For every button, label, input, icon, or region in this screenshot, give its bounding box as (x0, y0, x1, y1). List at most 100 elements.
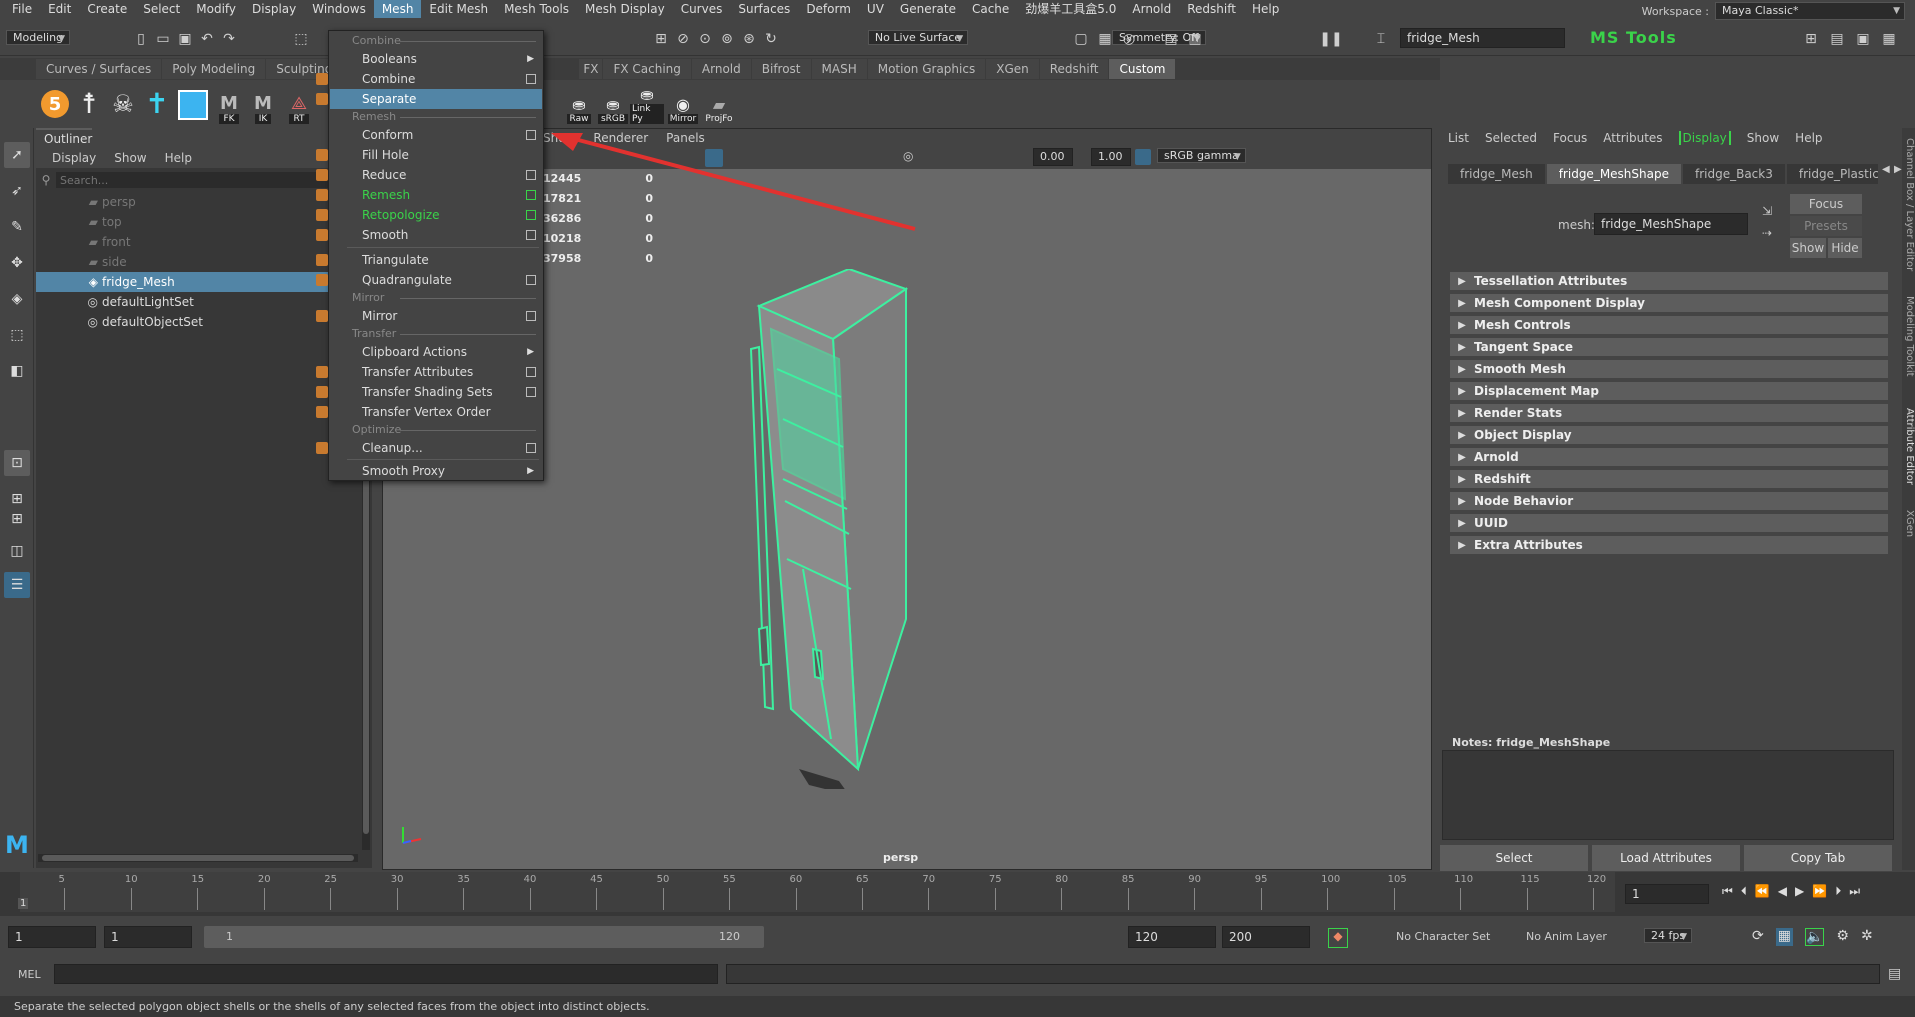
attr-tab-fridge-mesh[interactable]: fridge_Mesh (1448, 164, 1545, 184)
play-forward-icon[interactable]: ▶ (1795, 884, 1804, 904)
section-uuid[interactable]: ▶ UUID (1450, 514, 1888, 534)
shelf-tab-poly-modeling[interactable]: Poly Modeling (162, 59, 266, 79)
select-tool-icon[interactable]: ➚ (4, 142, 30, 168)
outliner-item-default-light-set[interactable]: ◎ defaultLightSet (36, 292, 362, 312)
menu-item-quadrangulate[interactable]: Quadrangulate (316, 270, 542, 290)
go-to-end-icon[interactable]: ⏭ (1849, 884, 1860, 904)
shelf-tab-bifrost[interactable]: Bifrost (751, 59, 811, 79)
menu-item-clipboard-actions[interactable]: Clipboard Actions ▶ (330, 342, 542, 362)
menu-toolbox-plugin[interactable]: 劲爆羊工具盒5.0 (1017, 0, 1124, 18)
settings-icon[interactable]: ✲ (1861, 928, 1873, 946)
outliner-item-default-object-set[interactable]: ◎ defaultObjectSet (36, 312, 362, 332)
exposure-field[interactable]: 0.00 (1033, 148, 1073, 166)
side-tab-xgen[interactable]: XGen (1902, 510, 1915, 537)
menu-create[interactable]: Create (79, 0, 135, 18)
menu-uv[interactable]: UV (859, 0, 892, 18)
mode-dropdown[interactable]: Modeling (6, 30, 71, 45)
menu-item-smooth-proxy[interactable]: Smooth Proxy ▶ (330, 461, 542, 481)
outliner-layout-icon[interactable]: ☰ (4, 572, 30, 598)
menu-mesh-display[interactable]: Mesh Display (577, 0, 673, 18)
focus-input-icon[interactable]: ⇢ (1762, 226, 1772, 240)
option-box-icon[interactable] (526, 210, 536, 220)
option-box-icon[interactable] (526, 367, 536, 377)
snap-surface-icon[interactable]: ⊛ (738, 28, 760, 50)
attr-tab-fridge-meshshape[interactable]: fridge_MeshShape (1546, 164, 1681, 184)
menu-mesh[interactable]: Mesh (373, 0, 422, 18)
shelf-rt-icon[interactable]: ⟁ RT (282, 82, 316, 124)
outliner-item-top[interactable]: ▰ top (36, 212, 362, 232)
last-tool-icon[interactable]: ◧ (4, 358, 30, 384)
gamma-field[interactable]: 1.00 (1091, 148, 1131, 166)
side-tab-attribute-editor[interactable]: Attribute Editor (1902, 408, 1915, 485)
shelf-tab-mash[interactable]: MASH (811, 59, 867, 79)
outliner-title[interactable]: Outliner (36, 128, 93, 146)
rotate-tool-icon[interactable]: ◈ (4, 286, 30, 312)
outliner-item-front[interactable]: ▰ front (36, 232, 362, 252)
section-mesh-component-display[interactable]: ▶ Mesh Component Display (1450, 294, 1888, 314)
side-tab-modeling-toolkit[interactable]: Modeling Toolkit (1902, 296, 1915, 377)
outliner-item-persp[interactable]: ▰ persp (36, 192, 362, 212)
section-mesh-controls[interactable]: ▶ Mesh Controls (1450, 316, 1888, 336)
render-view-icon[interactable]: ▥ (1184, 28, 1206, 50)
menu-surfaces[interactable]: Surfaces (730, 0, 798, 18)
fps-dropdown[interactable]: 24 fps (1644, 928, 1693, 943)
attr-menu-show[interactable]: Show (1747, 131, 1779, 145)
focus-button[interactable]: Focus (1790, 194, 1862, 214)
render-settings-icon[interactable]: ▦ (1094, 28, 1116, 50)
attr-menu-selected[interactable]: Selected (1485, 131, 1537, 145)
outliner-horizontal-scrollbar[interactable] (38, 854, 358, 862)
menu-edit-mesh[interactable]: Edit Mesh (421, 0, 496, 18)
shelf-tab-redshift[interactable]: Redshift (1039, 59, 1109, 79)
new-scene-icon[interactable]: ▯ (130, 28, 152, 50)
menu-generate[interactable]: Generate (892, 0, 964, 18)
menu-item-combine[interactable]: Combine (316, 69, 542, 89)
menu-item-separate[interactable]: Separate (316, 89, 542, 109)
option-box-icon[interactable] (526, 130, 536, 140)
scene-end-field[interactable]: 200 (1222, 926, 1310, 948)
menu-item-transfer-vertex-order[interactable]: Transfer Vertex Order (316, 402, 542, 422)
section-object-display[interactable]: ▶ Object Display (1450, 426, 1888, 446)
option-box-icon[interactable] (526, 443, 536, 453)
menu-help[interactable]: Help (1244, 0, 1287, 18)
menu-select[interactable]: Select (135, 0, 188, 18)
hypershade-icon[interactable]: ◎ (1118, 28, 1140, 50)
notes-textarea[interactable] (1442, 750, 1894, 840)
snap-curve-icon[interactable]: ⊘ (672, 28, 694, 50)
attr-tabs-right-icon[interactable]: ▶ (1894, 164, 1902, 175)
command-input[interactable] (54, 964, 718, 984)
outliner-menu-help[interactable]: Help (165, 151, 192, 165)
attr-menu-attributes[interactable]: Attributes (1603, 131, 1662, 145)
shelf-tab-curves-surfaces[interactable]: Curves / Surfaces (36, 59, 162, 79)
outliner-menu-show[interactable]: Show (114, 151, 146, 165)
option-box-icon[interactable] (526, 190, 536, 200)
section-extra-attributes[interactable]: ▶ Extra Attributes (1450, 536, 1888, 556)
attr-menu-list[interactable]: List (1448, 131, 1469, 145)
menu-item-smooth[interactable]: Smooth (316, 225, 542, 245)
attr-menu-display[interactable]: Display (1678, 131, 1731, 145)
layout-four-alt-icon[interactable]: ⊞ (4, 506, 30, 532)
attr-tab-fridge-back3[interactable]: fridge_Back3 (1682, 164, 1785, 184)
sound-icon[interactable]: 🔈 (1804, 928, 1825, 946)
shelf-tab-arnold[interactable]: Arnold (691, 59, 751, 79)
menu-display[interactable]: Display (244, 0, 304, 18)
outliner-item-fridge-mesh[interactable]: ◈ fridge_Mesh (36, 272, 362, 292)
section-redshift[interactable]: ▶ Redshift (1450, 470, 1888, 490)
option-box-icon[interactable] (526, 170, 536, 180)
attr-menu-help[interactable]: Help (1795, 131, 1822, 145)
menu-item-retopologize[interactable]: Retopologize (316, 205, 542, 225)
anim-end-field[interactable]: 120 (1128, 926, 1216, 948)
layout-single-icon[interactable]: ⊡ (4, 450, 30, 476)
section-node-behavior[interactable]: ▶ Node Behavior (1450, 492, 1888, 512)
range-slider[interactable]: 1 120 (204, 926, 764, 948)
menu-item-transfer-attributes[interactable]: Transfer Attributes (316, 362, 542, 382)
attr-menu-focus[interactable]: Focus (1553, 131, 1587, 145)
mesh-name-field[interactable]: fridge_MeshShape (1594, 213, 1748, 235)
shelf-ik-icon[interactable]: M IK (246, 82, 280, 124)
command-lang-label[interactable]: MEL (18, 968, 41, 981)
menu-modify[interactable]: Modify (188, 0, 244, 18)
shelf-tab-fx-caching[interactable]: FX Caching (603, 59, 691, 79)
go-to-start-icon[interactable]: ⏮ (1722, 884, 1733, 904)
cache-icon[interactable]: ▦ (1775, 928, 1793, 946)
loop-icon[interactable]: ⟳ (1752, 928, 1764, 946)
copy-tab-button[interactable]: Copy Tab (1744, 845, 1892, 871)
